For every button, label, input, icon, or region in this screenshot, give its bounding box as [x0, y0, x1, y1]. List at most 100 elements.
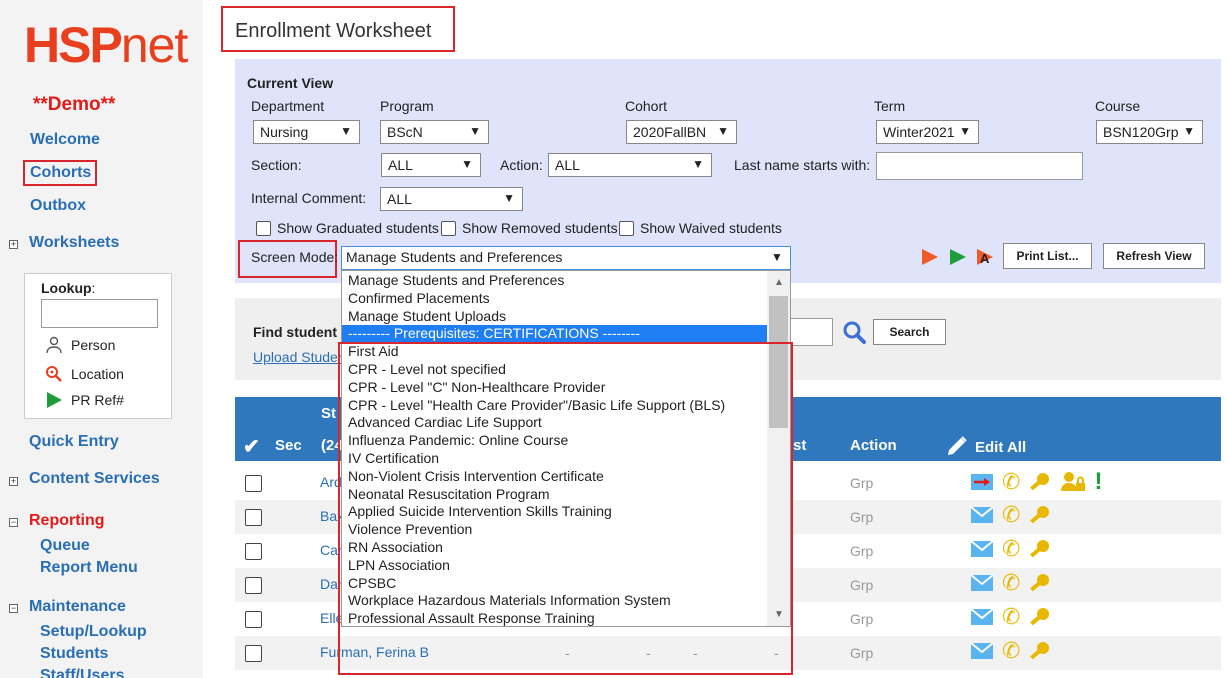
program-select[interactable]: BScN ▼ [380, 120, 489, 144]
row-checkbox[interactable] [245, 611, 262, 628]
mail-icon[interactable] [970, 539, 994, 559]
show-removed-checkbox[interactable]: Show Removed students [441, 220, 618, 236]
nav-students[interactable]: Students [40, 645, 108, 663]
phone-icon[interactable]: ✆ [1002, 640, 1020, 662]
search-icon[interactable] [842, 320, 866, 344]
lookup-prref[interactable]: PR Ref# [45, 391, 124, 409]
phone-icon[interactable]: ✆ [1002, 606, 1020, 628]
nav-welcome[interactable]: Welcome [30, 131, 100, 149]
lookup-person[interactable]: Person [45, 336, 115, 354]
refresh-view-button[interactable]: Refresh View [1103, 243, 1205, 269]
user-lock-icon[interactable] [1060, 471, 1086, 493]
row-checkbox[interactable] [245, 475, 262, 492]
print-list-button[interactable]: Print List... [1003, 243, 1092, 269]
action-value: Grp [850, 543, 874, 559]
play-orange-icon[interactable] [921, 248, 939, 266]
chevron-down-icon: ▼ [340, 124, 352, 138]
nav-reporting[interactable]: Reporting [29, 512, 105, 530]
hspnet-logo[interactable]: HSPnet [24, 20, 188, 70]
person-icon [46, 336, 62, 354]
collapse-reporting-icon[interactable]: − [9, 518, 18, 527]
nav-setup-lookup[interactable]: Setup/Lookup [40, 623, 147, 641]
cohort-select[interactable]: 2020FallBN ▼ [626, 120, 737, 144]
key-icon[interactable] [1028, 538, 1052, 560]
option-manage-uploads[interactable]: Manage Student Uploads [348, 308, 506, 324]
option-manage-students[interactable]: Manage Students and Preferences [348, 272, 564, 288]
course-select[interactable]: BSN120Grp ▼ [1096, 120, 1203, 144]
upload-students-link[interactable]: Upload Studen [253, 349, 346, 365]
row-icons: ✆ [970, 538, 1052, 560]
scroll-up-icon[interactable]: ▲ [774, 277, 784, 288]
exclamation-icon[interactable]: ! [1094, 470, 1102, 494]
mail-icon[interactable] [970, 641, 994, 661]
cohort-label: Cohort [625, 98, 668, 114]
program-value: BScN [387, 124, 423, 140]
expand-content-services-icon[interactable]: + [9, 477, 18, 486]
edit-all-link[interactable]: Edit All [975, 439, 1026, 456]
checkbox[interactable] [256, 220, 271, 236]
action-value: Grp [850, 475, 874, 491]
show-removed-label: Show Removed students [462, 220, 618, 236]
cohort-value: 2020FallBN [633, 124, 707, 140]
mail-icon[interactable] [970, 607, 994, 627]
key-icon[interactable] [1028, 572, 1052, 594]
phone-icon[interactable]: ✆ [1002, 504, 1020, 526]
location-search-icon [46, 366, 62, 382]
internal-comment-select[interactable]: ALL ▼ [380, 187, 523, 211]
page-title: Enrollment Worksheet [235, 20, 432, 42]
lastname-input[interactable] [876, 152, 1083, 180]
play-a-icon[interactable]: A [976, 248, 996, 266]
checkbox[interactable] [619, 220, 634, 236]
chevron-down-icon: ▼ [717, 124, 729, 138]
header-st: st [793, 437, 807, 454]
lookup-input[interactable] [41, 299, 158, 328]
key-icon[interactable] [1028, 504, 1052, 526]
certifications-highlight [338, 342, 793, 675]
phone-icon[interactable]: ✆ [1002, 538, 1020, 560]
expand-worksheets-icon[interactable]: + [9, 240, 18, 249]
play-green-icon[interactable] [949, 248, 967, 266]
mail-icon[interactable] [970, 573, 994, 593]
section-select[interactable]: ALL ▼ [381, 153, 481, 177]
nav-outbox[interactable]: Outbox [30, 197, 86, 215]
nav-worksheets[interactable]: Worksheets [29, 234, 119, 252]
show-waived-label: Show Waived students [640, 220, 782, 236]
lookup-location[interactable]: Location [45, 365, 124, 383]
action-select[interactable]: ALL ▼ [548, 153, 712, 177]
row-checkbox[interactable] [245, 543, 262, 560]
nav-cohorts[interactable]: Cohorts [30, 164, 91, 182]
nav-quick-entry[interactable]: Quick Entry [29, 433, 119, 451]
key-icon[interactable] [1028, 471, 1052, 493]
row-checkbox[interactable] [245, 509, 262, 526]
nav-maintenance[interactable]: Maintenance [29, 598, 126, 616]
show-graduated-label: Show Graduated students [277, 220, 439, 236]
row-icons: ✆ [970, 504, 1052, 526]
nav-staff-users[interactable]: Staff/Users [40, 667, 124, 678]
action-value: Grp [850, 645, 874, 661]
phone-icon[interactable]: ✆ [1002, 471, 1020, 493]
mail-forward-icon[interactable] [970, 472, 994, 492]
nav-report-menu[interactable]: Report Menu [40, 559, 138, 577]
key-icon[interactable] [1028, 606, 1052, 628]
row-checkbox[interactable] [245, 645, 262, 662]
department-select[interactable]: Nursing ▼ [253, 120, 360, 144]
row-icons: ✆ [970, 572, 1052, 594]
nav-content-services[interactable]: Content Services [29, 470, 160, 488]
option-prereq-certifications[interactable]: --------- Prerequisites: CERTIFICATIONS … [342, 325, 767, 343]
action-value: Grp [850, 611, 874, 627]
checkbox[interactable] [441, 220, 456, 236]
search-button[interactable]: Search [873, 319, 946, 345]
edit-pencil-icon[interactable] [945, 434, 969, 458]
option-confirmed-placements[interactable]: Confirmed Placements [348, 290, 490, 306]
show-graduated-checkbox[interactable]: Show Graduated students [256, 220, 439, 236]
mail-icon[interactable] [970, 505, 994, 525]
row-checkbox[interactable] [245, 577, 262, 594]
key-icon[interactable] [1028, 640, 1052, 662]
internal-comment-label: Internal Comment: [251, 190, 367, 206]
select-all-check-icon[interactable]: ✔ [243, 434, 260, 459]
collapse-maintenance-icon[interactable]: − [9, 604, 18, 613]
nav-queue[interactable]: Queue [40, 537, 90, 555]
show-waived-checkbox[interactable]: Show Waived students [619, 220, 782, 236]
phone-icon[interactable]: ✆ [1002, 572, 1020, 594]
term-select[interactable]: Winter2021 ▼ [876, 120, 979, 144]
